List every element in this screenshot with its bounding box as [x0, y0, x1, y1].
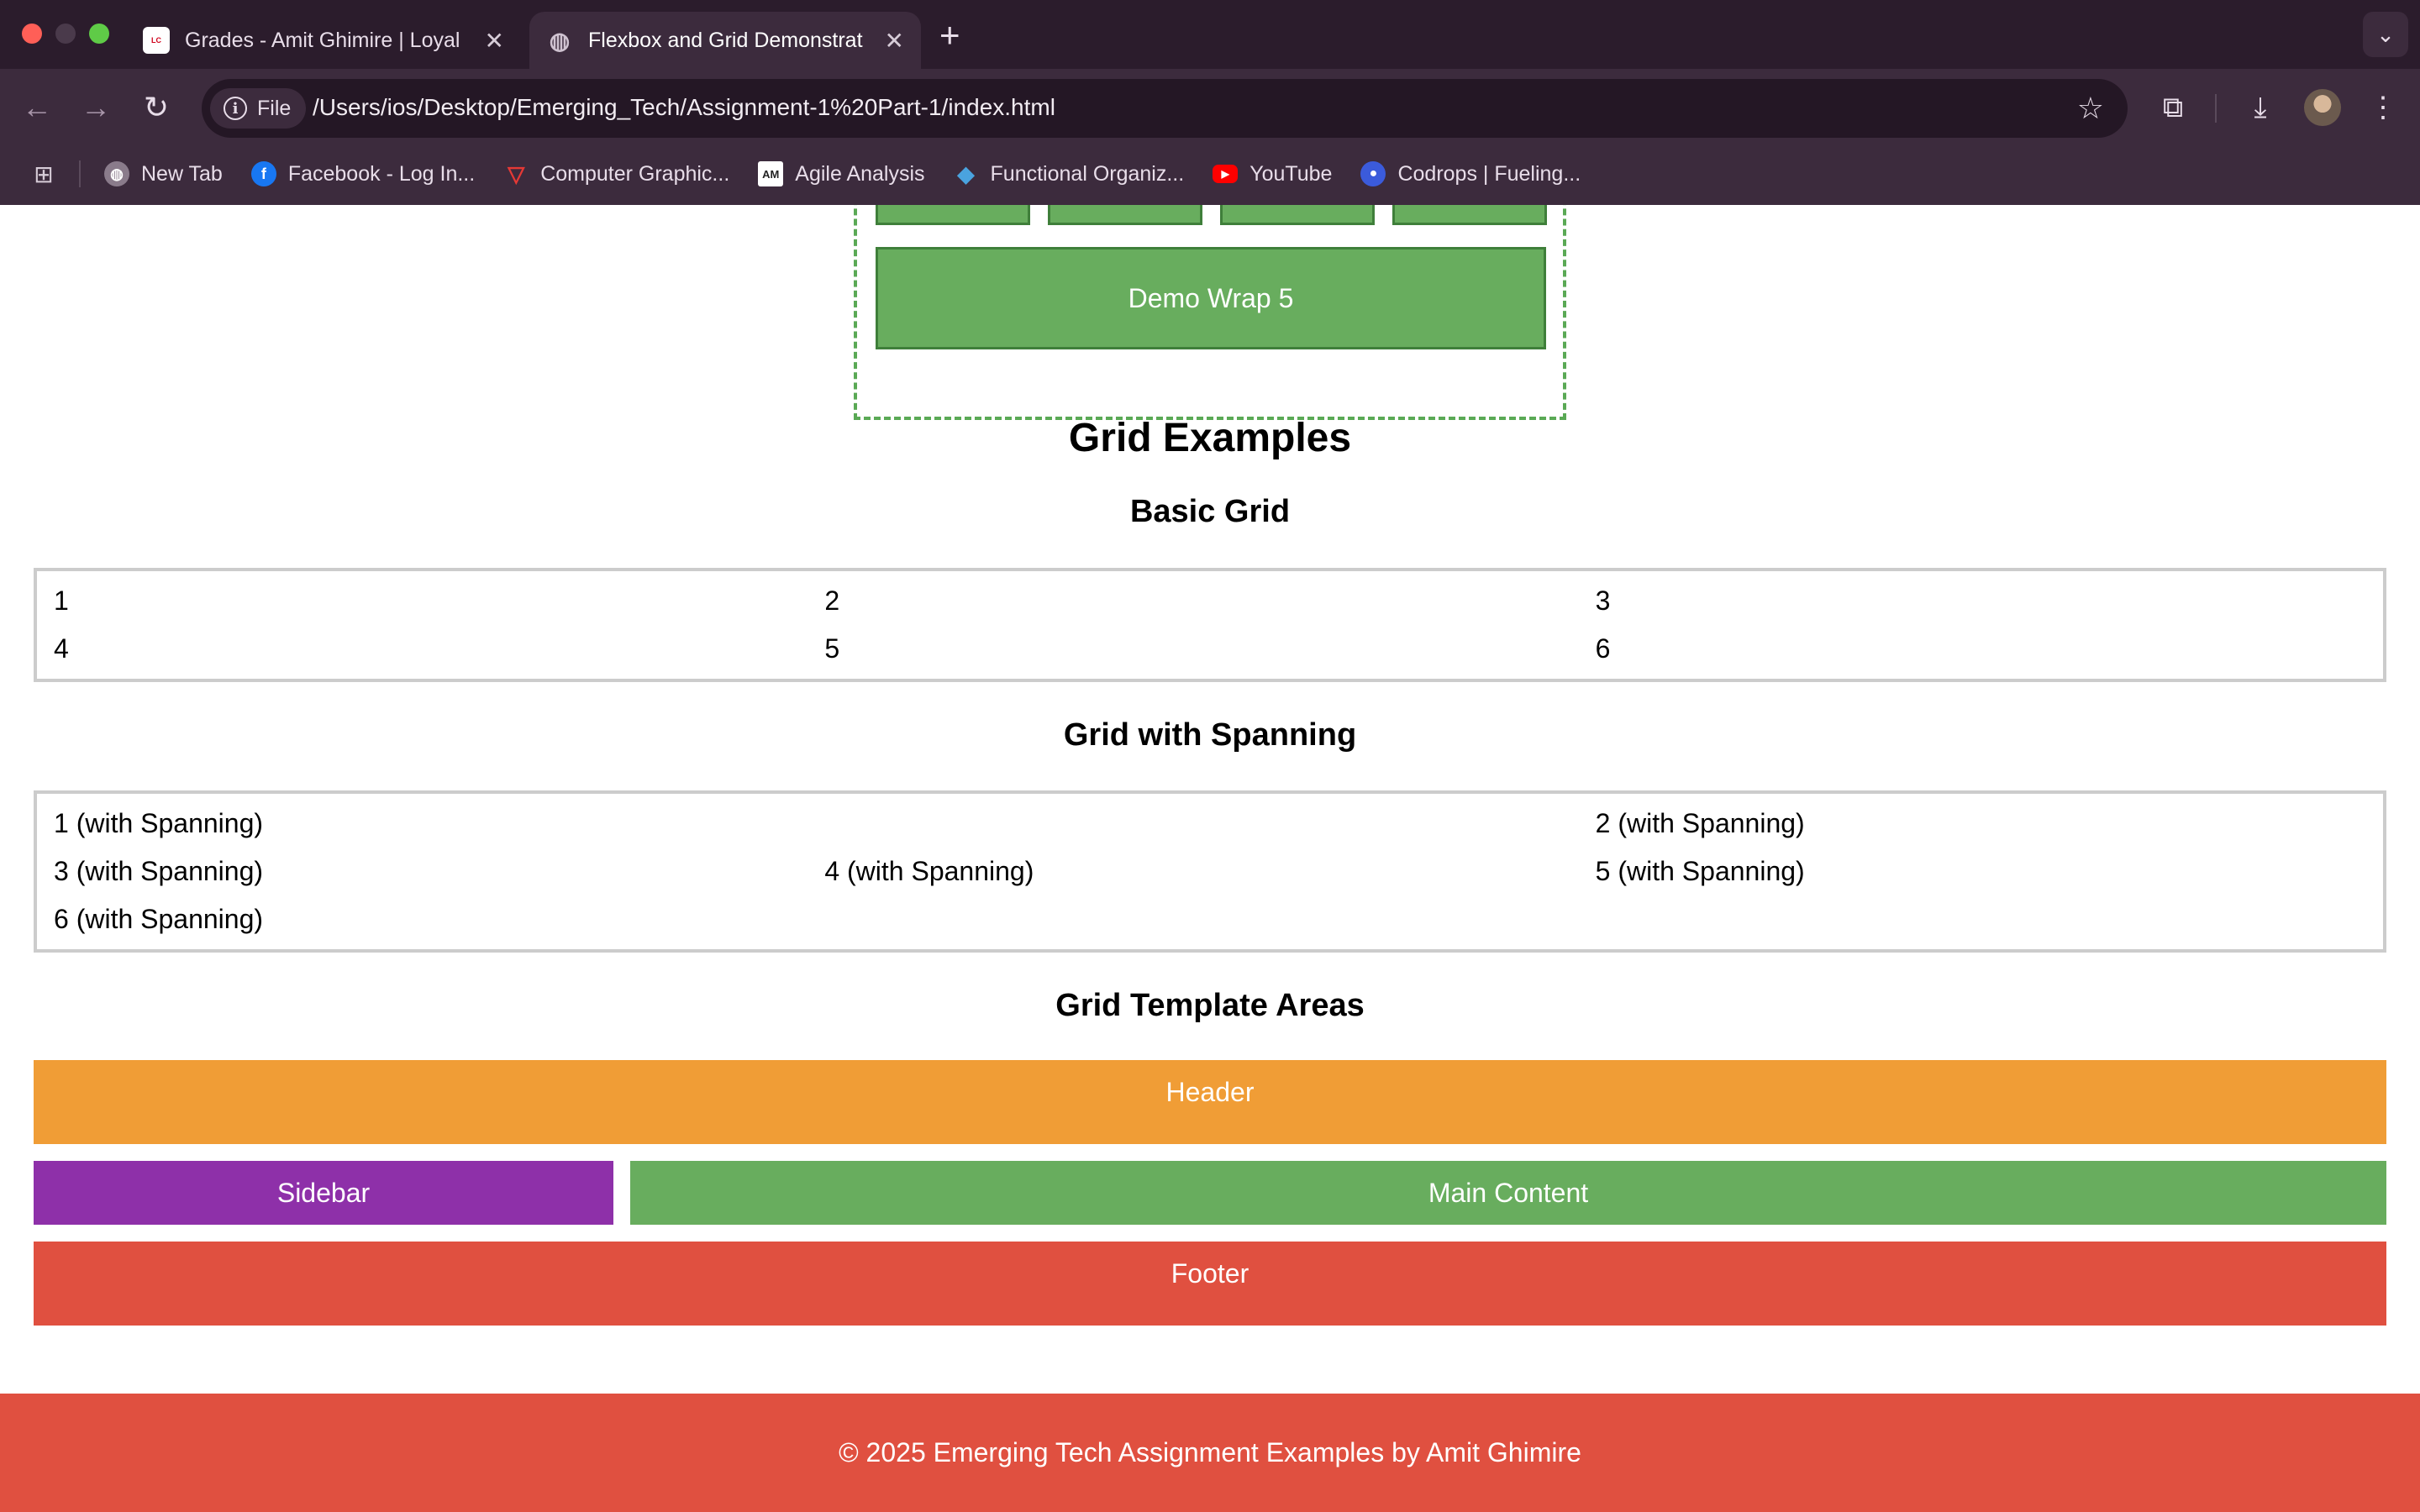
area-main-content: Main Content — [630, 1161, 2386, 1225]
bookmark-label: New Tab — [141, 161, 223, 186]
bookmark-label: Functional Organiz... — [990, 161, 1185, 186]
tab-title: Grades - Amit Ghimire | Loyal — [185, 28, 460, 52]
grid-item: 6 (with Spanning) — [54, 904, 264, 934]
grid-item: 1 — [54, 585, 69, 616]
site-info-chip[interactable]: i File — [210, 88, 307, 129]
grid-item: 1 (with Spanning) — [54, 808, 264, 838]
bookmark-label: Facebook - Log In... — [287, 161, 476, 186]
globe-icon: ◍ — [104, 161, 129, 186]
demo-wrap-item — [1220, 205, 1375, 225]
close-window-button[interactable] — [22, 24, 42, 44]
demo-wrap-item — [1048, 205, 1202, 225]
grid-spanning-heading: Grid with Spanning — [1063, 717, 1357, 753]
bookmark-youtube[interactable]: ▶ YouTube — [1213, 162, 1332, 186]
browser-chrome: LC Grades - Amit Ghimire | Loyal ✕ ◍ Fle… — [0, 0, 2420, 205]
bookmark-new-tab[interactable]: ◍ New Tab — [104, 161, 223, 186]
bookmark-label: Agile Analysis — [795, 161, 925, 186]
page-content: Demo Wrap 5 Grid Examples Basic Grid 1 2… — [0, 205, 2420, 1512]
grid-item: 5 (with Spanning) — [1595, 856, 1805, 886]
grid-template-areas-heading: Grid Template Areas — [1055, 988, 1365, 1023]
tab-flexbox-grid[interactable]: ◍ Flexbox and Grid Demonstrat ✕ — [529, 12, 921, 69]
spanning-grid: 1 (with Spanning) 2 (with Spanning) 3 (w… — [34, 790, 2386, 953]
tab-search-chevron-icon[interactable]: ⌄ — [2363, 12, 2408, 57]
basic-grid: 1 2 3 4 5 6 — [34, 568, 2386, 682]
site-footer: © 2025 Emerging Tech Assignment Examples… — [0, 1394, 2420, 1512]
grid-item: 5 — [824, 633, 840, 664]
codrops-icon: ● — [1360, 161, 1386, 186]
close-tab-icon[interactable]: ✕ — [885, 27, 904, 55]
am-logo-icon: AM — [758, 161, 784, 186]
bookmark-facebook[interactable]: f Facebook - Log In... — [250, 161, 476, 186]
address-bar[interactable]: i File /Users/ios/Desktop/Emerging_Tech/… — [202, 79, 2128, 138]
toolbar: ← → ↻ i File /Users/ios/Desktop/Emerging… — [0, 69, 2420, 146]
bookmark-star-icon[interactable]: ☆ — [2077, 91, 2104, 126]
apps-grid-icon[interactable]: ⊞ — [25, 155, 62, 192]
more-menu-icon[interactable]: ⋮ — [2363, 87, 2403, 128]
close-tab-icon[interactable]: ✕ — [485, 27, 504, 55]
bookmark-functional-organization[interactable]: ◆ Functional Organiz... — [954, 161, 1185, 186]
back-arrow-icon[interactable]: ← — [18, 89, 55, 126]
maximize-window-button[interactable] — [89, 24, 109, 44]
grid-item: 4 (with Spanning) — [824, 856, 1034, 886]
flex-wrap-container: Demo Wrap 5 — [854, 205, 1566, 420]
grid-item: 4 — [54, 633, 69, 664]
grid-item: 2 (with Spanning) — [1595, 808, 1805, 838]
reload-icon[interactable]: ↻ — [138, 89, 175, 126]
bookmark-computer-graphics[interactable]: ▽ Computer Graphic... — [503, 161, 729, 186]
area-footer: Footer — [34, 1242, 2386, 1326]
bookmarks-bar: ⊞ ◍ New Tab f Facebook - Log In... ▽ Com… — [0, 153, 2420, 195]
url-text[interactable]: /Users/ios/Desktop/Emerging_Tech/Assignm… — [313, 94, 1055, 121]
bookmark-codrops[interactable]: ● Codrops | Fueling... — [1360, 161, 1581, 186]
youtube-icon: ▶ — [1213, 165, 1239, 183]
facebook-icon: f — [250, 161, 276, 186]
vector-logo-icon: ▽ — [508, 160, 525, 186]
grid-item: 3 — [1595, 585, 1611, 616]
loyalist-logo-icon: LC — [143, 27, 170, 54]
extensions-puzzle-icon[interactable]: ⧉ — [2153, 87, 2193, 128]
basic-grid-heading: Basic Grid — [1129, 494, 1291, 529]
demo-wrap-item — [876, 205, 1030, 225]
info-icon: i — [224, 97, 247, 120]
bookmark-label: Codrops | Fueling... — [1397, 161, 1581, 186]
area-header: Header — [34, 1060, 2386, 1144]
download-icon[interactable]: ⤓ — [2240, 87, 2281, 128]
toolbar-divider — [2215, 94, 2217, 123]
bookmark-label: YouTube — [1249, 161, 1333, 186]
bookmark-agile-analysis[interactable]: AM Agile Analysis — [758, 161, 925, 186]
globe-icon: ◍ — [549, 27, 571, 54]
grid-item: 3 (with Spanning) — [54, 856, 264, 886]
tab-title: Flexbox and Grid Demonstrat — [588, 28, 863, 52]
bookmark-label: Computer Graphic... — [540, 161, 730, 186]
grid-item: 6 — [1595, 633, 1611, 664]
tab-grades[interactable]: LC Grades - Amit Ghimire | Loyal ✕ — [126, 12, 521, 69]
grid-item: 2 — [824, 585, 840, 616]
area-sidebar: Sidebar — [34, 1161, 613, 1225]
forward-arrow-icon[interactable]: → — [77, 89, 114, 126]
tab-strip: LC Grades - Amit Ghimire | Loyal ✕ ◍ Fle… — [0, 0, 2420, 69]
demo-wrap-item — [1392, 205, 1547, 225]
minimize-window-button[interactable] — [55, 24, 76, 44]
new-tab-button[interactable]: + — [939, 15, 960, 55]
scheme-label: File — [257, 96, 292, 120]
bookmarks-divider — [79, 160, 81, 187]
demo-wrap-5: Demo Wrap 5 — [876, 247, 1546, 349]
grid-examples-heading: Grid Examples — [1068, 416, 1352, 460]
diamond-logo-icon: ◆ — [957, 160, 975, 186]
profile-avatar[interactable] — [2304, 89, 2341, 126]
